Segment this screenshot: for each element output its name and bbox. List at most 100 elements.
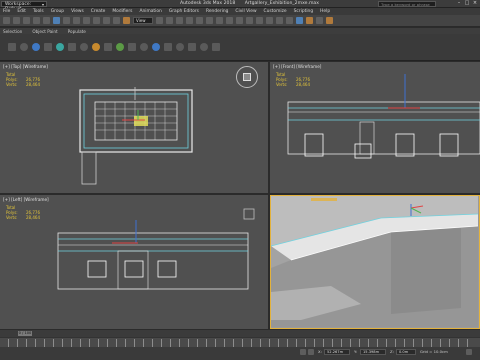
- shapes-icon[interactable]: [164, 43, 172, 51]
- menu-edit[interactable]: Edit: [17, 9, 26, 14]
- menu-tools[interactable]: Tools: [33, 9, 44, 14]
- schematic-view-icon[interactable]: [286, 17, 293, 24]
- left-wireframe: [57, 208, 255, 290]
- viewport-front[interactable]: [+] [Front] [Wireframe] Total Polys: 26,7…: [270, 62, 480, 193]
- menu-scripting[interactable]: Scripting: [294, 9, 314, 14]
- sphere-icon[interactable]: [20, 43, 28, 51]
- close-button[interactable]: ×: [471, 0, 479, 7]
- bone-icon[interactable]: [176, 43, 184, 51]
- stats-verts-label: Verts:: [276, 82, 288, 87]
- render-icon[interactable]: [326, 17, 333, 24]
- track-bar[interactable]: [0, 337, 480, 347]
- selection-region-icon[interactable]: [73, 17, 80, 24]
- placement-icon[interactable]: [123, 17, 130, 24]
- helper-icon[interactable]: [116, 43, 124, 51]
- scene-statistics: Total Polys: 26,776 Verts: 28,464: [6, 72, 40, 87]
- top-wireframe: [79, 87, 193, 185]
- tab-populate[interactable]: Populate: [68, 29, 86, 34]
- y-label: Y:: [354, 349, 358, 354]
- workspace-dropdown[interactable]: Workspace: Default: [1, 1, 47, 12]
- undo-icon[interactable]: [3, 17, 10, 24]
- viewport-label[interactable]: [+] [Left] [Wireframe]: [3, 197, 49, 202]
- minimize-button[interactable]: –: [455, 0, 463, 7]
- menu-create[interactable]: Create: [91, 9, 106, 14]
- tab-object-paint[interactable]: Object Paint: [32, 29, 57, 34]
- manipulate-icon[interactable]: [166, 17, 173, 24]
- bind-space-warp-icon[interactable]: [43, 17, 50, 24]
- camera-icon[interactable]: [104, 43, 112, 51]
- percent-snap-icon[interactable]: [206, 17, 213, 24]
- rotate-icon[interactable]: [103, 17, 110, 24]
- light-icon[interactable]: [80, 43, 88, 51]
- window-controls: – □ ×: [455, 0, 479, 7]
- xref-icon[interactable]: [200, 43, 208, 51]
- stats-verts-label: Verts:: [6, 82, 18, 87]
- menu-modifiers[interactable]: Modifiers: [112, 9, 132, 14]
- maximize-button[interactable]: □: [463, 0, 471, 7]
- add-time-tag-icon[interactable]: [466, 349, 472, 355]
- named-selection-icon[interactable]: [226, 17, 233, 24]
- snaps-toggle-icon[interactable]: [186, 17, 193, 24]
- display-icon[interactable]: [68, 43, 76, 51]
- tab-selection[interactable]: Selection: [3, 29, 22, 34]
- menu-bar: File Edit Tools Group Views Create Modif…: [0, 8, 480, 15]
- select-object-icon[interactable]: [53, 17, 60, 24]
- viewport-perspective[interactable]: [270, 195, 480, 329]
- layers-icon[interactable]: [8, 43, 16, 51]
- select-by-name-icon[interactable]: [63, 17, 70, 24]
- menu-views[interactable]: Views: [71, 9, 84, 14]
- absolute-mode-icon[interactable]: [308, 349, 314, 355]
- menu-file[interactable]: File: [3, 9, 10, 14]
- particle-icon[interactable]: [212, 43, 220, 51]
- viewport-left[interactable]: [+] [Left] [Wireframe] Total Polys: 26,77…: [0, 195, 268, 329]
- y-coordinate-field[interactable]: 15.398m: [360, 349, 386, 355]
- ribbon-toggle-icon[interactable]: [266, 17, 273, 24]
- x-coordinate-field[interactable]: 52.267m: [324, 349, 350, 355]
- isolate-icon[interactable]: [56, 43, 64, 51]
- systems-icon[interactable]: [140, 43, 148, 51]
- reference-coordinate-select[interactable]: View: [133, 17, 153, 24]
- menu-group[interactable]: Group: [51, 9, 64, 14]
- scene-statistics: Total Polys: 26,776 Verts: 28,464: [276, 72, 310, 87]
- keyboard-shortcut-icon[interactable]: [176, 17, 183, 24]
- link-icon[interactable]: [23, 17, 30, 24]
- group-icon[interactable]: [188, 43, 196, 51]
- viewcube-icon[interactable]: [236, 66, 258, 88]
- curve-editor-icon[interactable]: [276, 17, 283, 24]
- stats-verts-label: Verts:: [6, 215, 18, 220]
- spinner-snap-icon[interactable]: [216, 17, 223, 24]
- redo-icon[interactable]: [13, 17, 20, 24]
- material-editor-icon[interactable]: [296, 17, 303, 24]
- mirror-icon[interactable]: [236, 17, 243, 24]
- scale-icon[interactable]: [113, 17, 120, 24]
- viewport-label[interactable]: [+] [Top] [Wireframe]: [3, 64, 48, 69]
- layer-explorer-icon[interactable]: [256, 17, 263, 24]
- viewcube-face[interactable]: [243, 73, 251, 81]
- rendered-frame-icon[interactable]: [316, 17, 323, 24]
- menu-rendering[interactable]: Rendering: [206, 9, 228, 14]
- menu-animation[interactable]: Animation: [139, 9, 161, 14]
- time-slider[interactable]: 0 / 100: [18, 331, 32, 336]
- window-crossing-icon[interactable]: [83, 17, 90, 24]
- sun-icon[interactable]: [92, 43, 100, 51]
- viewport-top[interactable]: [+] [Top] [Wireframe] Total Polys: 26,776…: [0, 62, 268, 193]
- z-coordinate-field[interactable]: 0.0m: [396, 349, 416, 355]
- hide-icon[interactable]: [44, 43, 52, 51]
- menu-graph-editors[interactable]: Graph Editors: [169, 9, 199, 14]
- search-input[interactable]: Type a keyword or phrase: [378, 1, 436, 7]
- z-label: Z:: [390, 349, 394, 354]
- menu-customize[interactable]: Customize: [264, 9, 287, 14]
- pivot-center-icon[interactable]: [156, 17, 163, 24]
- render-setup-icon[interactable]: [306, 17, 313, 24]
- viewport-label[interactable]: [+] [Front] [Wireframe]: [273, 64, 321, 69]
- menu-help[interactable]: Help: [320, 9, 330, 14]
- angle-snap-icon[interactable]: [196, 17, 203, 24]
- spacewarp-icon[interactable]: [128, 43, 136, 51]
- move-icon[interactable]: [93, 17, 100, 24]
- geometry-icon[interactable]: [152, 43, 160, 51]
- lock-selection-icon[interactable]: [300, 349, 306, 355]
- unlink-icon[interactable]: [33, 17, 40, 24]
- menu-civil-view[interactable]: Civil View: [235, 9, 256, 14]
- align-icon[interactable]: [246, 17, 253, 24]
- freeze-icon[interactable]: [32, 43, 40, 51]
